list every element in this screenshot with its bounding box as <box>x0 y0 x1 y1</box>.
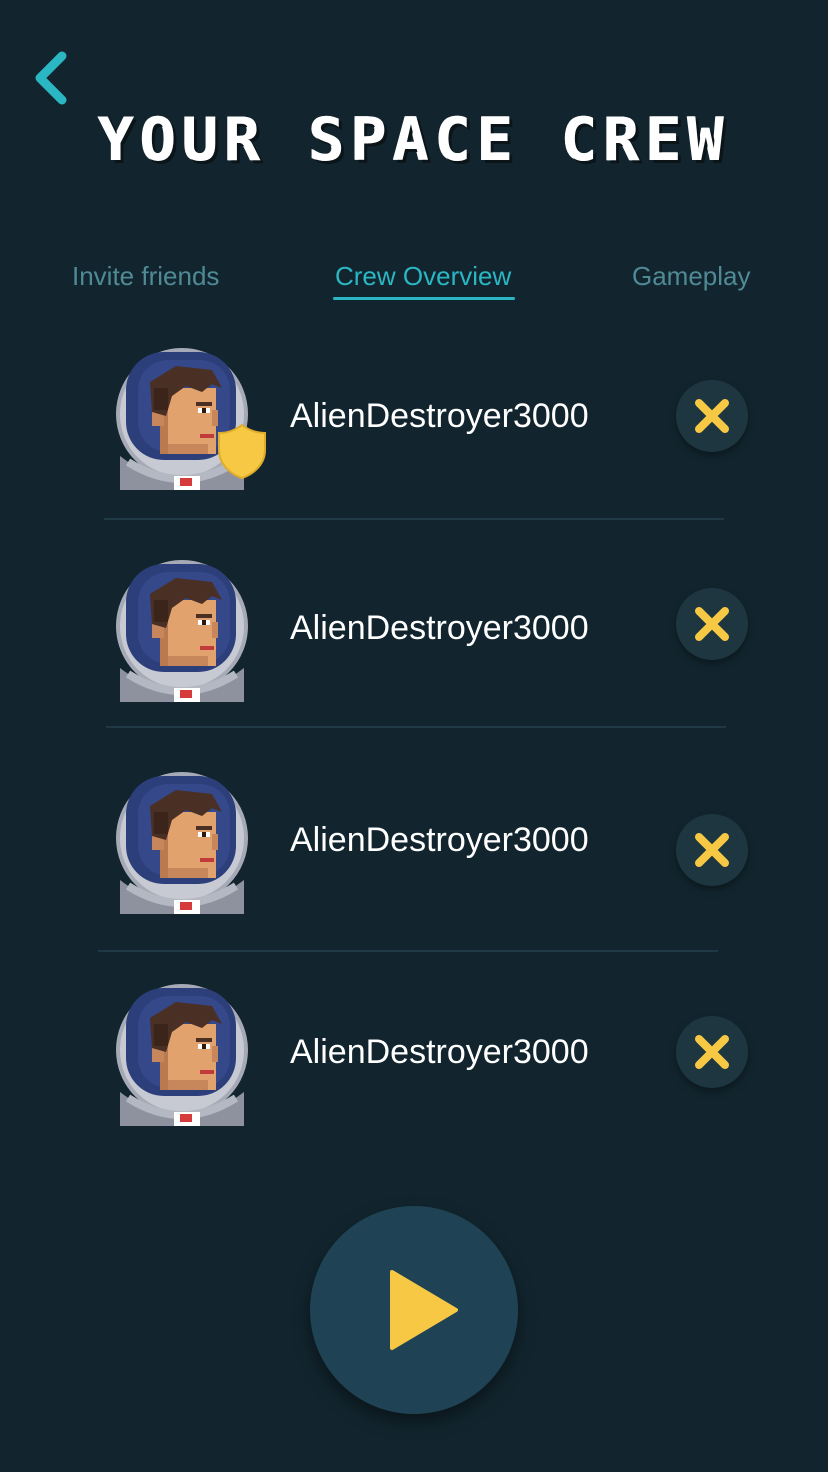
divider <box>106 726 726 728</box>
member-name: AlienDestroyer3000 <box>290 1033 589 1071</box>
play-icon <box>390 1270 458 1350</box>
avatar <box>116 556 250 702</box>
crew-member-row: AlienDestroyer3000 <box>0 766 828 946</box>
astronaut-avatar-icon <box>116 980 250 1126</box>
astronaut-avatar-icon <box>116 556 250 702</box>
back-button[interactable] <box>28 46 80 110</box>
remove-member-button[interactable] <box>676 380 748 452</box>
remove-member-button[interactable] <box>676 814 748 886</box>
member-name: AlienDestroyer3000 <box>290 609 589 647</box>
close-icon <box>695 399 729 433</box>
member-name: AlienDestroyer3000 <box>290 397 589 435</box>
close-icon <box>695 1035 729 1069</box>
divider <box>98 950 718 952</box>
tab-crew-overview[interactable]: Crew Overview <box>332 256 516 300</box>
tab-invite-friends[interactable]: Invite friends <box>72 256 219 296</box>
chevron-left-icon <box>35 51 67 105</box>
remove-member-button[interactable] <box>676 1016 748 1088</box>
play-button[interactable] <box>310 1206 518 1414</box>
remove-member-button[interactable] <box>676 588 748 660</box>
tab-bar: Invite friends Crew Overview Gameplay <box>0 256 828 306</box>
member-name: AlienDestroyer3000 <box>290 821 589 859</box>
divider <box>104 518 724 520</box>
crew-member-row: AlienDestroyer3000 <box>0 978 828 1158</box>
crew-member-row: AlienDestroyer3000 <box>0 554 828 734</box>
captain-shield-icon <box>218 423 266 480</box>
astronaut-avatar-icon <box>116 768 250 914</box>
avatar <box>116 344 266 490</box>
avatar <box>116 768 250 914</box>
tab-gameplay[interactable]: Gameplay <box>632 256 751 296</box>
close-icon <box>695 833 729 867</box>
close-icon <box>695 607 729 641</box>
crew-member-row: AlienDestroyer3000 <box>0 342 828 522</box>
avatar <box>116 980 250 1126</box>
page-title: YOUR SPACE CREW <box>98 105 730 175</box>
